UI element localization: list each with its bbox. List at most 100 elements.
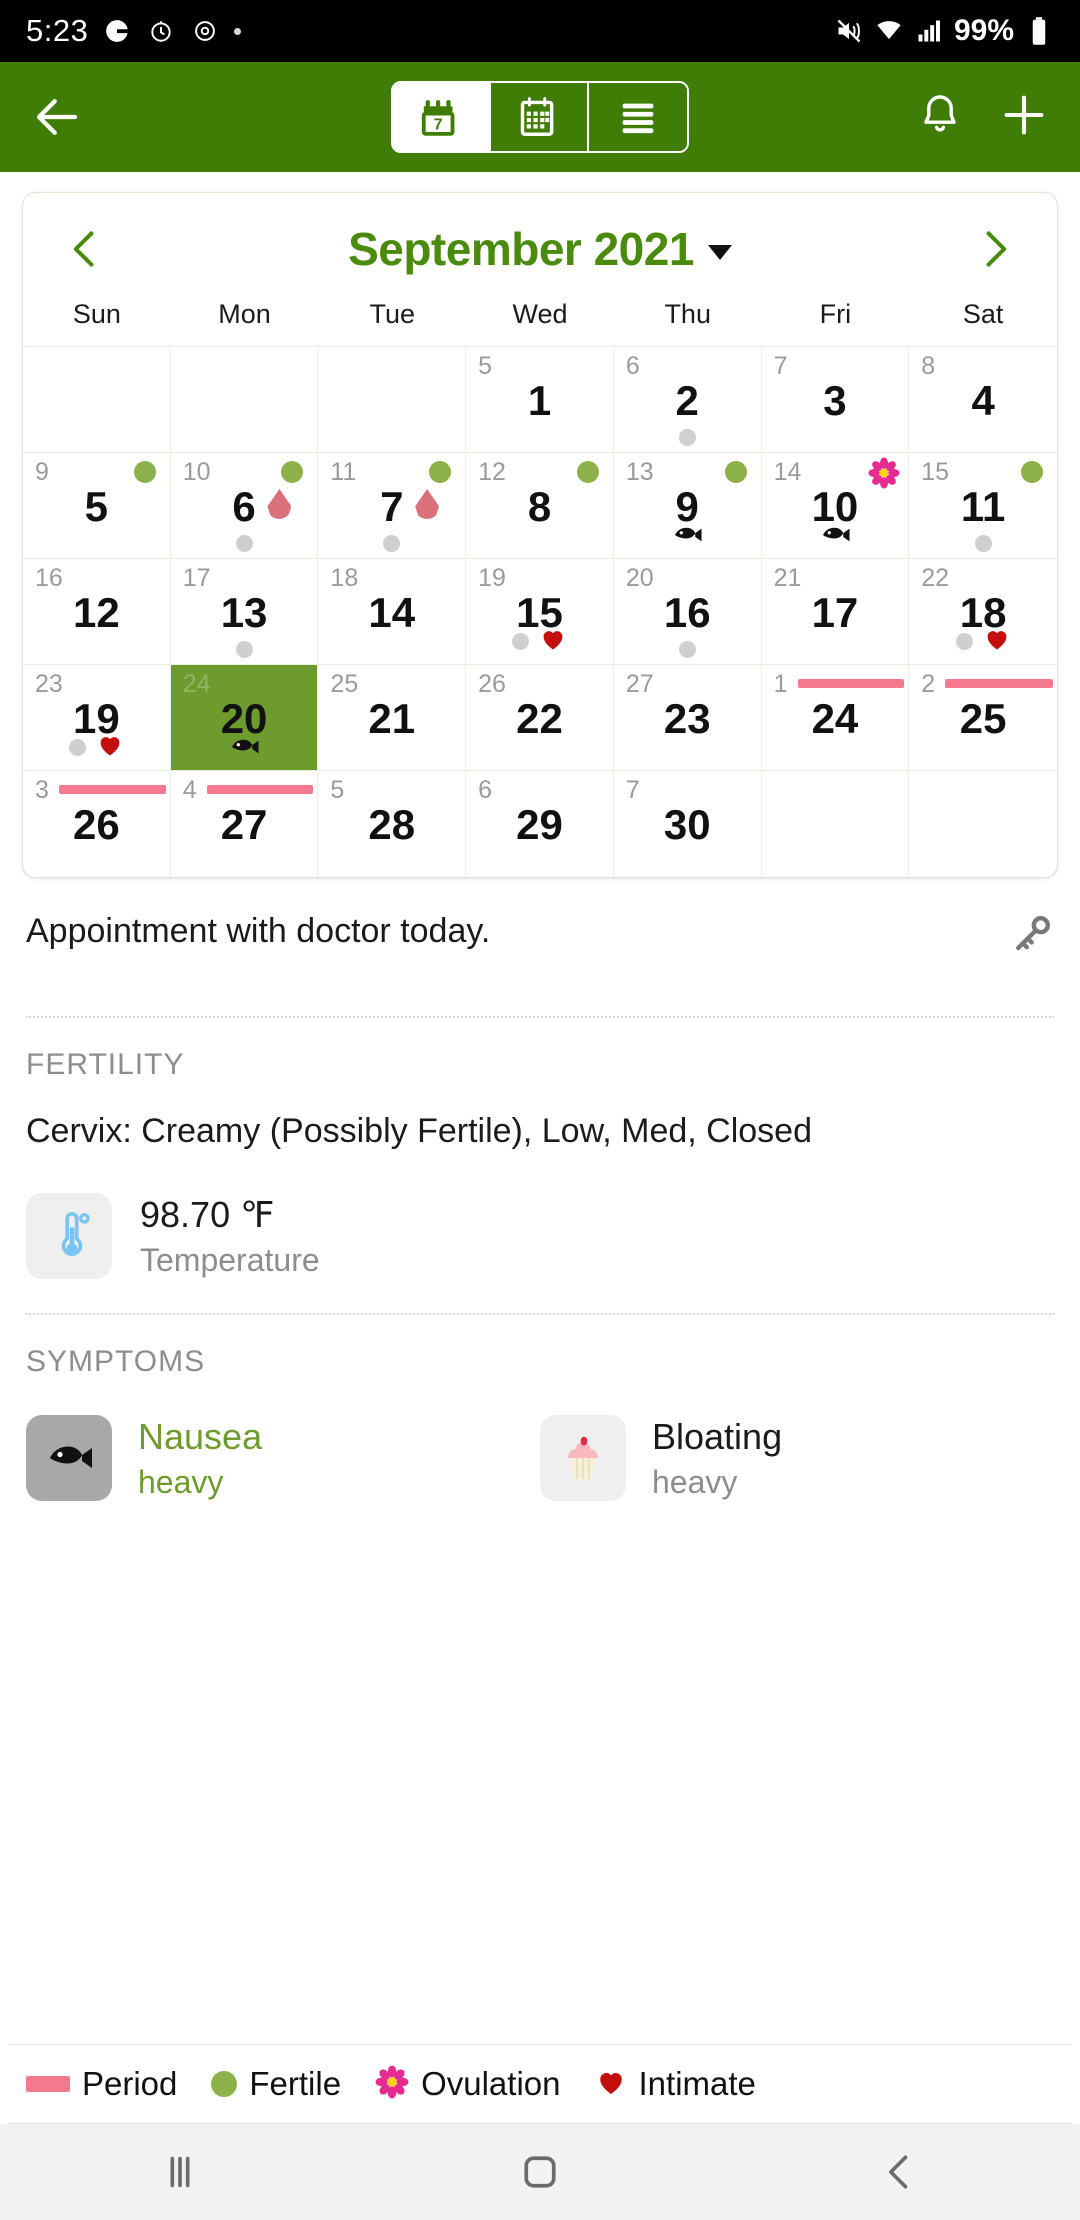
legend-label: Fertile	[249, 2065, 342, 2102]
fertile-dot-icon	[281, 461, 304, 483]
day-number: 21	[368, 695, 416, 742]
weekday-label: Thu	[664, 299, 711, 329]
battery-icon	[1024, 16, 1054, 46]
legend-item-fertile: Fertile	[211, 2065, 341, 2103]
calendar-day-cell[interactable]: 21 17	[761, 559, 910, 665]
notes-section: Appointment with doctor today.	[0, 878, 1080, 982]
calendar-day-cell[interactable]: 12 8	[466, 453, 614, 559]
fertile-dot-icon	[1020, 461, 1043, 483]
note-dot-icon	[955, 633, 973, 650]
intimate-heart-icon	[96, 731, 124, 764]
calendar-day-cell[interactable]: 6 29	[466, 771, 614, 877]
calendar-day-cell[interactable]: 22 18	[909, 559, 1057, 665]
calendar-day-cell[interactable]: 13 9	[613, 453, 762, 559]
period-bar-icon	[26, 2076, 70, 2092]
intimate-heart-icon	[539, 625, 567, 658]
day-markers	[614, 523, 761, 552]
calendar-day-cell[interactable]: 2 25	[909, 665, 1057, 771]
note-dot-icon	[678, 429, 696, 446]
day-number: 28	[368, 801, 416, 848]
calendar-day-cell[interactable]: 95	[23, 453, 171, 559]
calendar-day-cell[interactable]: 15 11	[909, 453, 1057, 559]
day-number: 30	[663, 801, 711, 848]
weekday-label: Tue	[369, 299, 416, 329]
plus-icon[interactable]	[998, 89, 1050, 146]
calendar-day-cell[interactable]: 5 28	[318, 771, 467, 877]
symptom-item-nausea[interactable]: Nausea heavy	[26, 1415, 540, 1501]
symptom-text: Nausea heavy	[138, 1416, 262, 1501]
calendar-day-cell[interactable]: 16 12	[23, 559, 171, 665]
day-number: 3	[823, 377, 847, 424]
day-markers	[614, 641, 761, 658]
calendar-day-cell[interactable]: 14 10	[761, 453, 910, 559]
calendar-next-month-peek	[1066, 218, 1080, 798]
tab-day-view[interactable]: 7	[393, 83, 491, 151]
calendar-day-cell[interactable]: 18 14	[318, 559, 467, 665]
calendar-card: September 2021 Sun Mon Tue Wed Thu Fri S…	[22, 192, 1058, 878]
calendar-day-cell[interactable]: 73	[761, 347, 910, 453]
intimate-heart-icon	[595, 2066, 627, 2103]
calendar-day-cell[interactable]: 10 6	[170, 453, 319, 559]
period-bar-icon	[59, 785, 166, 794]
small-dot-icon	[234, 27, 242, 35]
key-icon[interactable]	[1010, 912, 1054, 956]
mute-icon	[834, 16, 864, 46]
calendar-day-cell[interactable]: 27 23	[613, 665, 762, 771]
app-bar: 7	[0, 62, 1080, 172]
calendar-day-cell[interactable]: 51	[466, 347, 614, 453]
prev-month-button[interactable]	[63, 221, 107, 277]
system-nav-bar	[0, 2124, 1080, 2220]
home-icon[interactable]	[480, 2137, 600, 2207]
month-year-selector[interactable]: September 2021	[348, 222, 732, 276]
calendar-day-cell[interactable]: 62	[613, 347, 762, 453]
symptom-severity: heavy	[652, 1463, 738, 1500]
fertile-dot-icon	[133, 461, 156, 483]
tab-month-view[interactable]	[491, 83, 589, 151]
symptoms-title: SYMPTOMS	[26, 1345, 206, 1378]
day-markers	[171, 735, 318, 764]
day-markers	[762, 523, 909, 552]
bell-icon[interactable]	[916, 91, 964, 144]
calendar-day-cell[interactable]: 3 26	[23, 771, 171, 877]
tab-list-view[interactable]	[589, 83, 687, 151]
day-number: 2	[675, 377, 699, 424]
cervix-info: Cervix: Creamy (Possibly Fertile), Low, …	[26, 1112, 813, 1150]
status-bar-right: 99%	[834, 14, 1054, 48]
calendar-day-cell[interactable]: 24 20	[170, 665, 319, 771]
day-number: 11	[960, 483, 1006, 530]
symptom-item-bloating[interactable]: Bloating heavy	[540, 1415, 1054, 1501]
calendar-day-cell[interactable]: 11 7	[318, 453, 467, 559]
temperature-row[interactable]: 98.70 ℉ Temperature	[26, 1193, 1054, 1279]
calendar-day-cell[interactable]: 25 21	[318, 665, 467, 771]
calendar-empty-cell	[23, 347, 171, 453]
calendar-day-cell[interactable]: 23 19	[23, 665, 171, 771]
calendar-day-cell[interactable]: 26 22	[466, 665, 614, 771]
note-text: Appointment with doctor today.	[26, 912, 491, 950]
calendar-day-cell[interactable]: 4 27	[171, 771, 319, 877]
calendar-day-cell[interactable]: 7 30	[614, 771, 762, 877]
period-bar-icon	[206, 785, 314, 794]
weekday-label: Wed	[512, 299, 568, 329]
legend-item-period: Period	[26, 2065, 177, 2103]
back-arrow-icon[interactable]	[30, 90, 84, 144]
calendar-day-cell[interactable]: 20 16	[613, 559, 762, 665]
fish-icon	[669, 523, 705, 552]
fish-icon	[26, 1415, 112, 1501]
fertile-dot-icon	[429, 461, 452, 483]
day-number: 7	[380, 483, 404, 530]
calendar-day-cell[interactable]: 84	[909, 347, 1057, 453]
calendar-day-cell[interactable]: 1 24	[761, 665, 910, 771]
fish-icon	[226, 735, 262, 764]
calendar-empty-cell	[170, 347, 319, 453]
calendar-day-cell[interactable]: 17 13	[170, 559, 319, 665]
back-icon[interactable]	[840, 2137, 960, 2207]
fertile-dot-icon	[724, 461, 747, 483]
day-number: 25	[959, 695, 1007, 742]
recents-icon[interactable]	[120, 2137, 240, 2207]
day-number: 12	[72, 589, 120, 636]
period-bar-icon	[797, 679, 905, 688]
calendar-day-cell[interactable]: 19 15	[466, 559, 614, 665]
legend-label: Intimate	[638, 2065, 756, 2102]
next-month-button[interactable]	[973, 221, 1017, 277]
day-number: 27	[220, 801, 268, 848]
